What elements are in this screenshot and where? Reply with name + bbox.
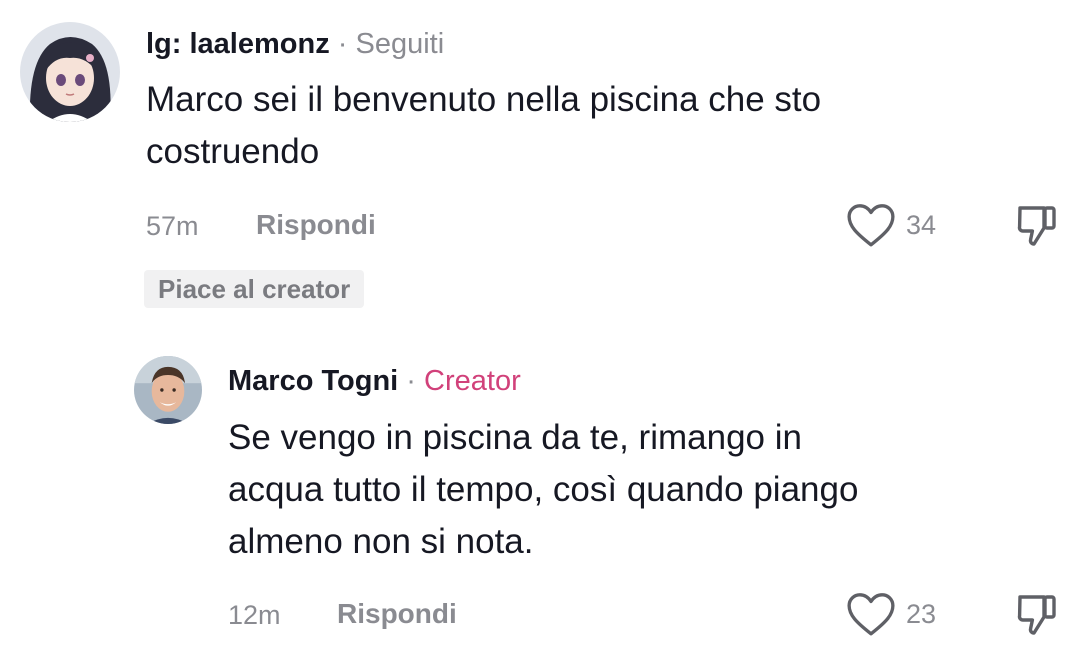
- comment-timestamp: 12m: [228, 600, 281, 630]
- dislike-icon[interactable]: [1014, 591, 1058, 639]
- comment-text: Marco sei il benvenuto nella piscina che…: [146, 74, 1046, 178]
- comment-header: Marco Togni · Creator: [228, 364, 521, 398]
- comment-text-line: acqua tutto il tempo, così quando piango: [228, 470, 859, 509]
- comment-text-line: Se vengo in piscina da te, rimango in: [228, 418, 802, 457]
- following-tag: Seguiti: [355, 28, 445, 60]
- comment-header: lg: laalemonz · Seguiti: [146, 27, 444, 61]
- creator-tag: Creator: [424, 365, 521, 397]
- comment-text: Se vengo in piscina da te, rimango in ac…: [228, 412, 1048, 568]
- heart-icon[interactable]: [846, 202, 896, 248]
- comment-text-line: Marco sei il benvenuto nella piscina che…: [146, 80, 822, 119]
- creator-liked-badge: Piace al creator: [144, 270, 365, 308]
- avatar[interactable]: [134, 356, 202, 424]
- heart-icon[interactable]: [846, 591, 896, 637]
- comment-marco-togni: Marco Togni · Creator Se vengo in piscin…: [0, 340, 1074, 647]
- anime-girl-avatar-icon: [20, 22, 120, 122]
- avatar[interactable]: [20, 22, 120, 122]
- like-count: 34: [906, 210, 937, 240]
- comment-text-line: almeno non si nota.: [228, 522, 534, 561]
- username[interactable]: lg: laalemonz: [146, 28, 330, 60]
- username[interactable]: Marco Togni: [228, 365, 398, 397]
- comment-timestamp: 57m: [146, 211, 199, 241]
- man-avatar-icon: [134, 356, 202, 424]
- separator-dot: ·: [337, 28, 348, 60]
- separator-dot: ·: [406, 365, 416, 397]
- comment-laalemonz: lg: laalemonz · Seguiti Marco sei il ben…: [0, 0, 1074, 320]
- reply-button[interactable]: Rispondi: [337, 597, 457, 631]
- like-count: 23: [906, 599, 937, 629]
- dislike-icon[interactable]: [1014, 202, 1058, 250]
- comment-text-line: costruendo: [146, 132, 320, 171]
- reply-button[interactable]: Rispondi: [256, 208, 376, 242]
